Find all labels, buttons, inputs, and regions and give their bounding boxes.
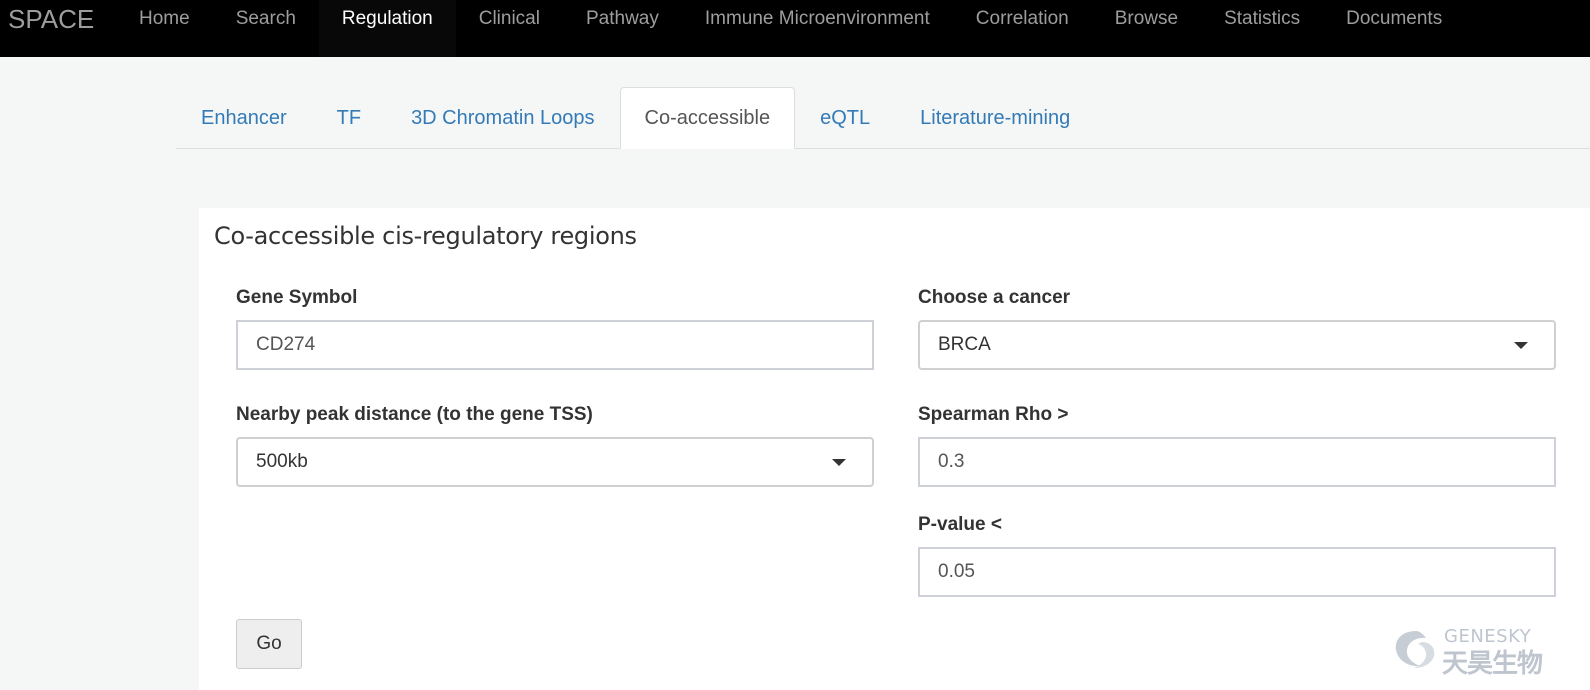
tab-enhancer[interactable]: Enhancer	[176, 88, 312, 149]
logo-chinese-text: 天昊生物	[1442, 649, 1543, 679]
tab-co-accessible[interactable]: Co-accessible	[619, 87, 796, 149]
distance-value: 500kb	[256, 451, 308, 472]
nav-item-search[interactable]: Search	[213, 0, 319, 57]
tab-3d-chromatin-loops[interactable]: 3D Chromatin Loops	[386, 88, 619, 149]
regulation-tabs: Enhancer TF 3D Chromatin Loops Co-access…	[176, 87, 1590, 149]
nav-item-correlation[interactable]: Correlation	[953, 0, 1092, 57]
swirl-logo-icon	[1395, 631, 1435, 668]
gene-symbol-value: CD274	[256, 334, 316, 355]
nav-item-pathway[interactable]: Pathway	[563, 0, 682, 57]
pvalue-input[interactable]: 0.05	[918, 547, 1556, 597]
top-navbar: SPACE Home Search Regulation Clinical Pa…	[0, 0, 1590, 57]
cancer-value: BRCA	[938, 334, 991, 355]
gene-symbol-input[interactable]: CD274	[236, 320, 874, 370]
rho-label: Spearman Rho >	[918, 404, 1069, 425]
caret-down-icon	[1514, 341, 1528, 349]
cancer-label: Choose a cancer	[918, 287, 1071, 308]
nav-item-browse[interactable]: Browse	[1092, 0, 1201, 57]
tab-eqtl[interactable]: eQTL	[795, 88, 895, 149]
nav-item-home[interactable]: Home	[116, 0, 213, 57]
nav-menu: Home Search Regulation Clinical Pathway …	[116, 0, 1465, 57]
nav-item-documents[interactable]: Documents	[1323, 0, 1465, 57]
distance-label: Nearby peak distance (to the gene TSS)	[236, 404, 593, 425]
brand-logo[interactable]: SPACE	[8, 4, 94, 34]
go-button[interactable]: Go	[236, 619, 302, 669]
rho-value: 0.3	[938, 451, 965, 472]
nav-item-clinical[interactable]: Clinical	[456, 0, 563, 57]
nav-item-statistics[interactable]: Statistics	[1201, 0, 1323, 57]
gene-symbol-label: Gene Symbol	[236, 287, 358, 308]
caret-down-icon	[832, 458, 846, 466]
cancer-select[interactable]: BRCA	[918, 320, 1556, 370]
nav-item-immune-microenvironment[interactable]: Immune Microenvironment	[682, 0, 953, 57]
distance-select[interactable]: 500kb	[236, 437, 874, 487]
pvalue-value: 0.05	[938, 561, 975, 582]
genesky-watermark-logo: GENESKY 天昊生物	[1392, 626, 1552, 679]
rho-input[interactable]: 0.3	[918, 437, 1556, 487]
panel-title: Co-accessible cis-regulatory regions	[214, 222, 637, 250]
nav-item-regulation[interactable]: Regulation	[318, 0, 456, 57]
pvalue-label: P-value <	[918, 514, 1002, 535]
tab-literature-mining[interactable]: Literature-mining	[895, 88, 1095, 149]
tab-tf[interactable]: TF	[312, 88, 386, 149]
